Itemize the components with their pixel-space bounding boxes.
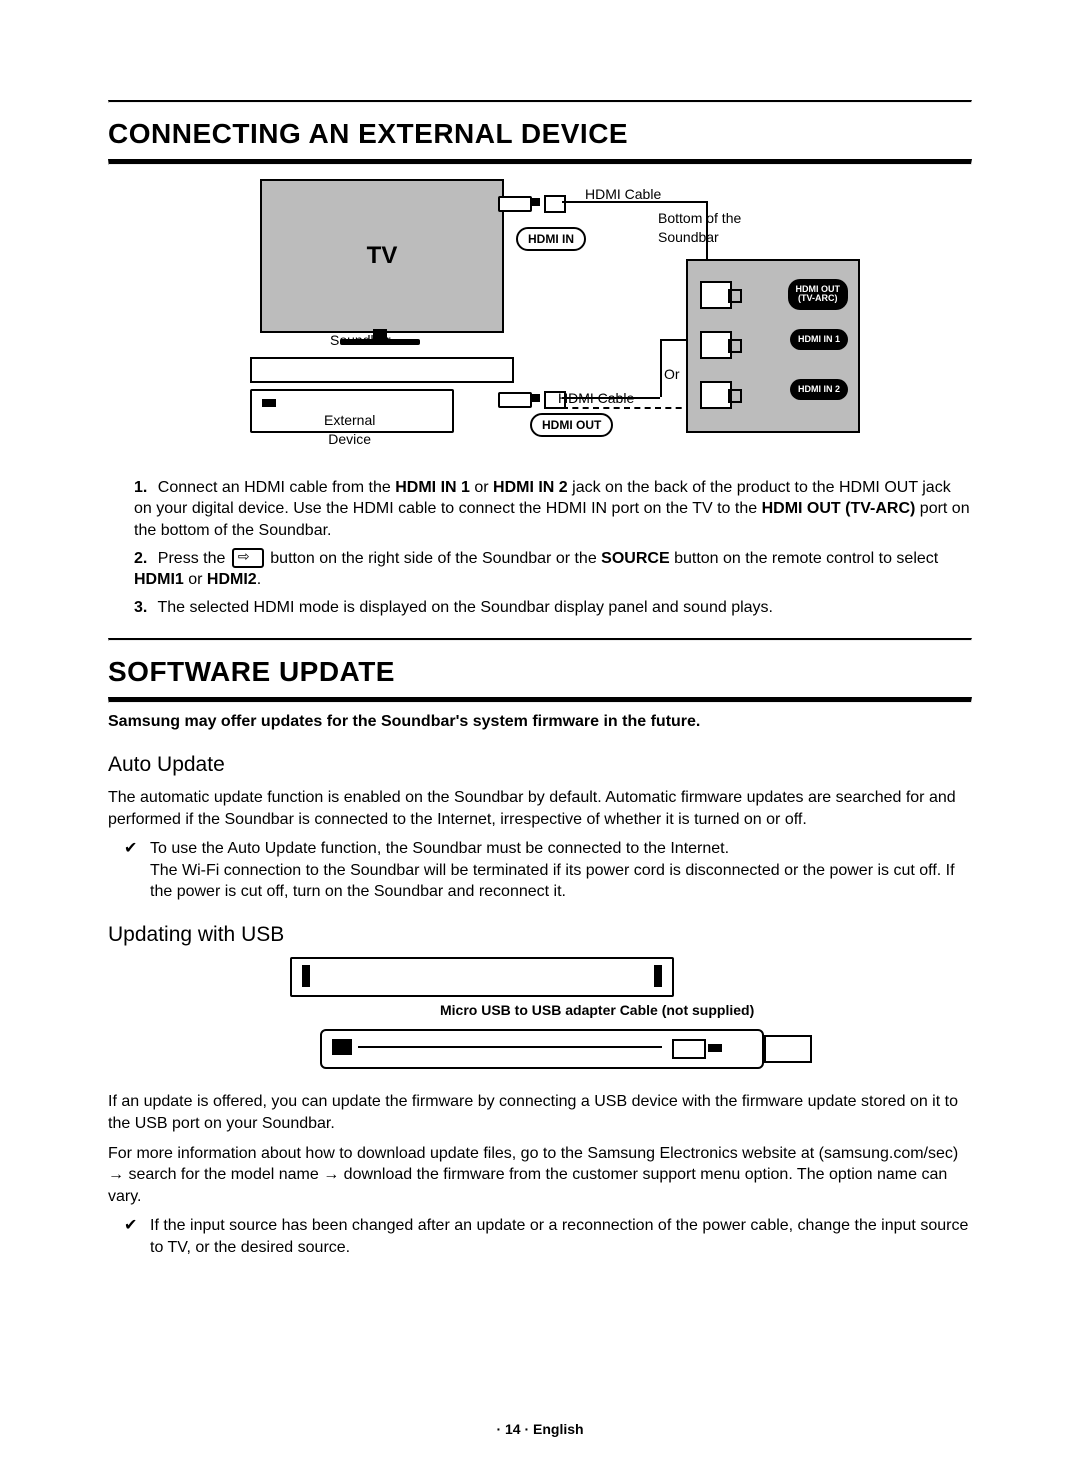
connection-diagram: TV HDMI Cable HDMI IN HDMI OUT HDMI Cabl… <box>220 179 860 459</box>
hdmi-connector-top <box>498 193 562 211</box>
bottom-of-soundbar-label: Bottom of the Soundbar <box>658 209 741 247</box>
port-hdmi-in2: HDMI IN 2 <box>700 375 846 411</box>
usb-update-note-1: If the input source has been changed aft… <box>130 1215 972 1258</box>
connection-steps: 1. Connect an HDMI cable from the HDMI I… <box>108 477 972 619</box>
page-footer: · 14 · English <box>0 1420 1080 1439</box>
usb-update-heading: Updating with USB <box>108 921 972 949</box>
step-text: The selected HDMI mode is displayed on t… <box>158 599 773 616</box>
auto-update-heading: Auto Update <box>108 751 972 779</box>
port-hdmi-in1: HDMI IN 1 <box>700 325 846 361</box>
hdmi-out-pill: HDMI OUT <box>530 413 613 437</box>
tv-box: TV <box>260 179 504 333</box>
soundbar-box <box>250 357 514 383</box>
hdmi-in-pill: HDMI IN <box>516 227 586 251</box>
usb-paragraph-1: If an update is offered, you can update … <box>108 1091 972 1134</box>
step-text: Connect an HDMI cable from the HDMI IN 1… <box>134 479 970 539</box>
manual-page: CONNECTING AN EXTERNAL DEVICE TV HDMI Ca… <box>0 0 1080 1479</box>
auto-update-paragraph: The automatic update function is enabled… <box>108 787 972 830</box>
step-number: 1. <box>134 479 147 496</box>
or-label: Or <box>664 365 680 384</box>
step-3: 3. The selected HDMI mode is displayed o… <box>132 597 972 619</box>
external-device-label: External Device <box>324 411 375 449</box>
section-heading-software: SOFTWARE UPDATE <box>108 653 972 691</box>
tv-label: TV <box>367 240 398 272</box>
soundbar-label: Soundbar <box>330 331 391 350</box>
usb-cable <box>320 1029 764 1069</box>
software-intro: Samsung may offer updates for the Soundb… <box>108 711 972 733</box>
usb-stick-icon <box>764 1035 812 1063</box>
port-hdmi-out-pill: HDMI OUT (TV-ARC) <box>788 279 849 310</box>
step-2: 2. Press the button on the right side of… <box>132 548 972 591</box>
section-heading-connecting: CONNECTING AN EXTERNAL DEVICE <box>108 115 972 153</box>
micro-usb-icon <box>332 1039 352 1055</box>
line-hdmi-top <box>562 201 706 203</box>
heading-underline-1 <box>108 159 972 165</box>
hdmi-connector-bottom <box>498 389 562 407</box>
usb-paragraph-2: For more information about how to downlo… <box>108 1143 972 1208</box>
step-number: 3. <box>134 599 147 616</box>
step-text: Press the button on the right side of th… <box>134 550 938 589</box>
usb-cable-caption: Micro USB to USB adapter Cable (not supp… <box>440 1001 754 1020</box>
divider-software <box>108 638 972 641</box>
usb-update-diagram: Micro USB to USB adapter Cable (not supp… <box>290 957 790 1077</box>
source-icon <box>232 548 264 568</box>
port-hdmi-in1-pill: HDMI IN 1 <box>790 329 848 350</box>
auto-update-note-1: To use the Auto Update function, the Sou… <box>130 838 972 903</box>
line-hdmi-bottom <box>562 397 660 399</box>
top-divider <box>108 100 972 103</box>
step-number: 2. <box>134 550 147 567</box>
soundbar-port-panel: HDMI OUT (TV-ARC) HDMI IN 1 HDMI IN 2 <box>686 259 860 433</box>
port-hdmi-out: HDMI OUT (TV-ARC) <box>700 275 846 311</box>
step-1: 1. Connect an HDMI cable from the HDMI I… <box>132 477 972 542</box>
soundbar-outline <box>290 957 674 997</box>
usb-a-icon <box>672 1039 706 1059</box>
usb-update-notes: If the input source has been changed aft… <box>108 1215 972 1258</box>
line-hdmi-dashed <box>562 407 692 409</box>
heading-underline-2 <box>108 697 972 703</box>
port-hdmi-in2-pill: HDMI IN 2 <box>790 379 848 400</box>
line-hdmi-bottom-up <box>660 339 662 397</box>
auto-update-notes: To use the Auto Update function, the Sou… <box>108 838 972 903</box>
